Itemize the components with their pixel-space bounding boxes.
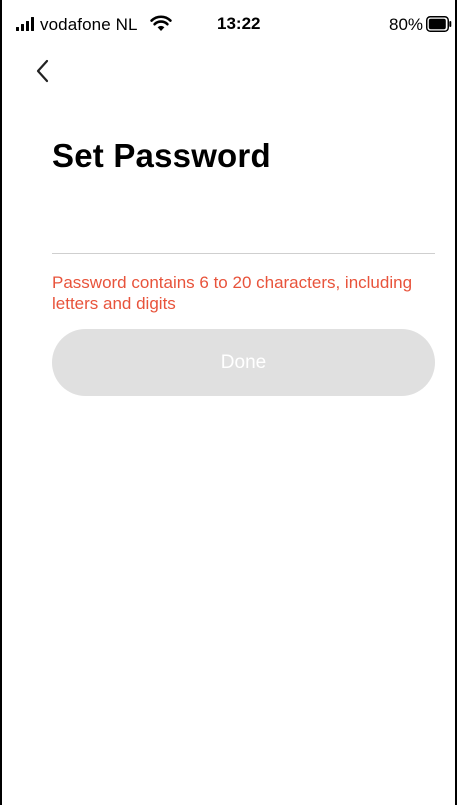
back-button[interactable]	[32, 58, 56, 84]
chevron-left-icon	[36, 59, 49, 83]
password-input[interactable]	[52, 214, 435, 254]
signal-icon	[16, 17, 34, 31]
password-hint: Password contains 6 to 20 characters, in…	[52, 273, 413, 313]
status-bar: vodafone NL 13:22 80%	[2, 0, 455, 48]
page-title: Set Password	[52, 137, 271, 174]
phone-screen: vodafone NL 13:22 80% Set Password Passw…	[0, 0, 457, 805]
battery-icon	[426, 16, 452, 32]
done-button[interactable]: Done	[52, 329, 435, 396]
clock: 13:22	[217, 14, 261, 33]
wifi-icon	[150, 15, 172, 31]
battery-percent: 80%	[389, 15, 424, 34]
carrier-name: vodafone NL	[40, 15, 138, 34]
